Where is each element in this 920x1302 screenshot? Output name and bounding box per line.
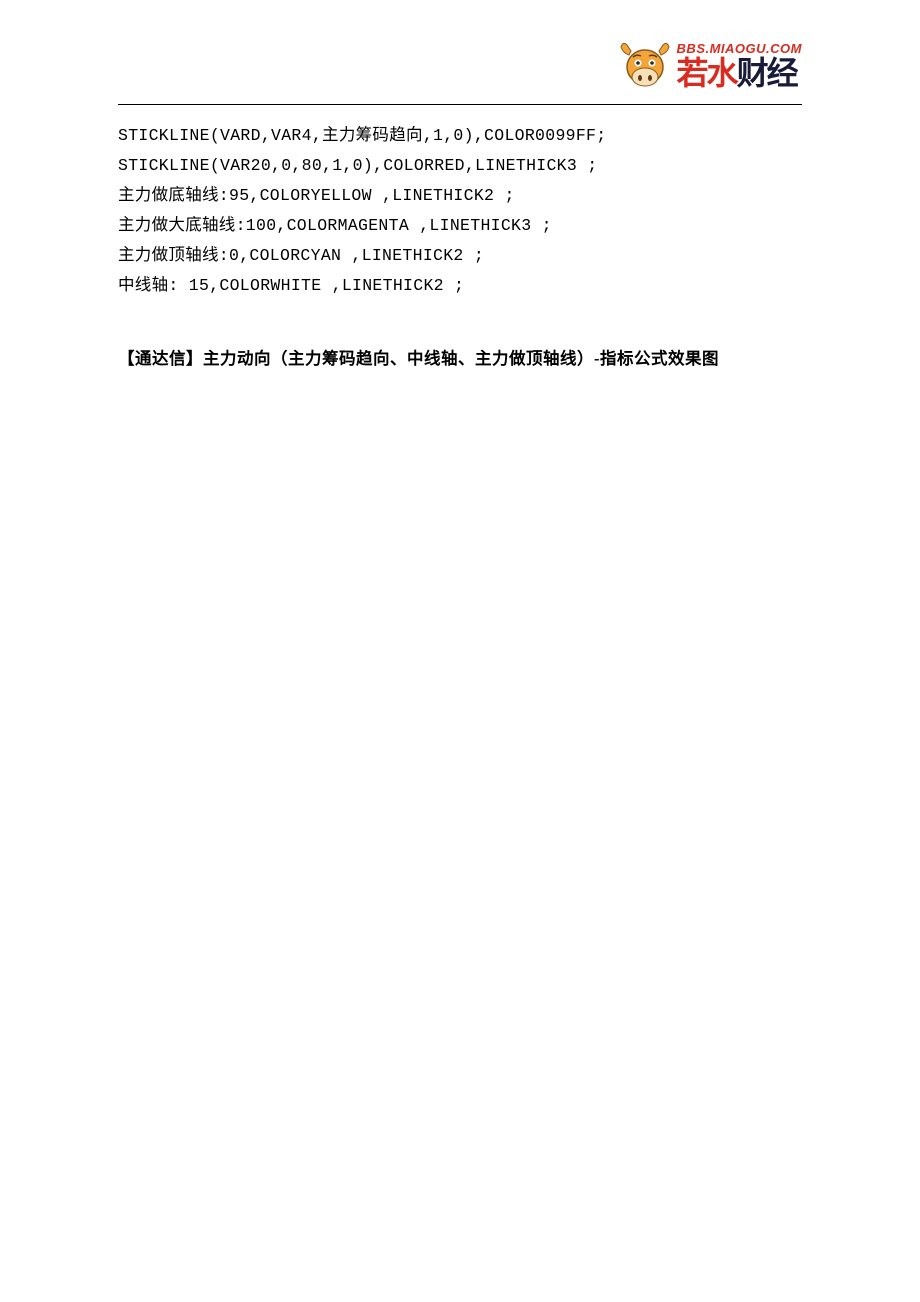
code-line: STICKLINE(VARD,VAR4,主力筹码趋向,1,0),COLOR009… (118, 126, 606, 145)
logo-chinese-text: 若水财经 (677, 57, 797, 89)
document-page: BBS.MIAOGU.COM 若水财经 STICKLINE(VARD,VAR4,… (0, 0, 920, 369)
section-heading: 【通达信】主力动向（主力筹码趋向、中线轴、主力做顶轴线）-指标公式效果图 (118, 345, 802, 369)
code-line: 主力做顶轴线:0,COLORCYAN ,LINETHICK2 ; (118, 246, 484, 265)
logo-cn-part1: 若水 (677, 57, 737, 89)
site-logo: BBS.MIAOGU.COM 若水财经 (617, 37, 802, 93)
formula-code-block: STICKLINE(VARD,VAR4,主力筹码趋向,1,0),COLOR009… (118, 121, 802, 301)
code-line: STICKLINE(VAR20,0,80,1,0),COLORRED,LINET… (118, 156, 597, 175)
bull-mascot-icon (617, 37, 673, 93)
code-line: 主力做大底轴线:100,COLORMAGENTA ,LINETHICK3 ; (118, 216, 552, 235)
logo-cn-part2: 财经 (737, 57, 797, 89)
logo-text-block: BBS.MIAOGU.COM 若水财经 (677, 42, 802, 89)
logo-url-text: BBS.MIAOGU.COM (677, 42, 802, 55)
header-logo-area: BBS.MIAOGU.COM 若水财经 (118, 30, 802, 100)
header-divider (118, 104, 802, 105)
code-line: 中线轴: 15,COLORWHITE ,LINETHICK2 ; (118, 276, 464, 295)
code-line: 主力做底轴线:95,COLORYELLOW ,LINETHICK2 ; (118, 186, 515, 205)
